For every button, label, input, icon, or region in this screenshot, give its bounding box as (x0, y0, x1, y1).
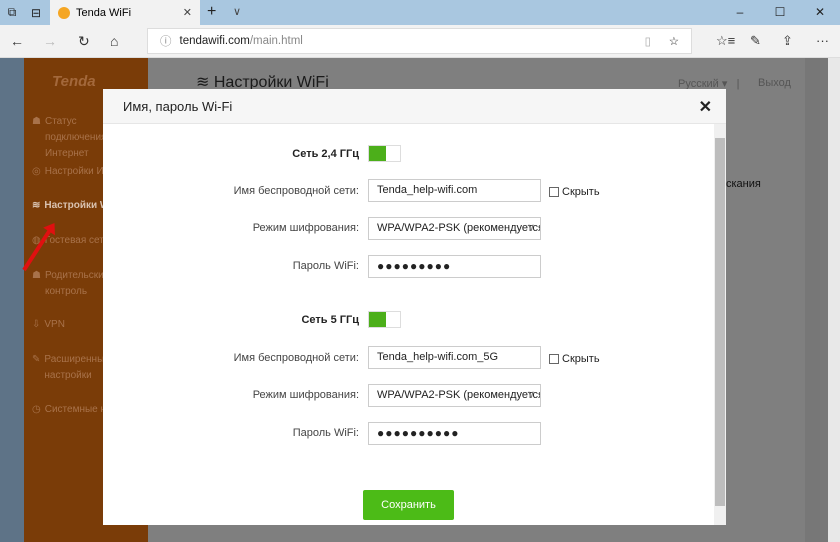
band5-security-label: Режим шифрования: (252, 389, 359, 401)
band5-toggle[interactable] (368, 311, 401, 328)
tab-set-aside-icon[interactable]: ⧉ (0, 5, 24, 20)
system-icon: ◷ (32, 404, 41, 415)
chevron-down-icon: ∨ (526, 389, 535, 401)
security-value: WPA/WPA2-PSK (рекомендуется) (377, 389, 541, 401)
hide-label: Скрыть (562, 353, 600, 365)
browser-tab[interactable]: Tenda WiFi ✕ (50, 0, 200, 25)
wrench-icon: ✎ (32, 354, 41, 365)
back-icon[interactable]: ← (10, 33, 24, 49)
band24-security-select[interactable]: WPA/WPA2-PSK (рекомендуется) ∨ (368, 217, 541, 240)
sidebar-item-label: VPN (44, 319, 65, 330)
band5-password-input[interactable]: ●●●●●●●●●● (368, 422, 541, 445)
chevron-down-icon: ∨ (526, 222, 535, 234)
favorites-icon[interactable]: ☆≡ (716, 33, 735, 49)
page-scrollbar[interactable] (828, 58, 840, 542)
forward-icon[interactable]: → (43, 33, 57, 49)
home-icon[interactable]: ⌂ (110, 33, 118, 49)
band24-ssid-input[interactable]: Tenda_help-wifi.com (368, 179, 541, 202)
scrollbar-thumb[interactable] (715, 138, 725, 506)
more-icon[interactable]: ··· (816, 33, 829, 48)
band24-ssid-label: Имя беспроводной сети: (233, 185, 359, 197)
close-window-icon[interactable]: ✕ (800, 0, 840, 25)
close-tab-icon[interactable]: ✕ (183, 6, 192, 19)
band5-hide-checkbox[interactable]: Скрыть (549, 353, 600, 365)
chevron-down-icon[interactable]: ∨ (233, 5, 241, 18)
band5-password-label: Пароль WiFi: (292, 427, 359, 439)
band24-security-label: Режим шифрования: (252, 222, 359, 234)
band24-toggle[interactable] (368, 145, 401, 162)
tab-bar: ⧉ ⊟ Tenda WiFi ✕ + ∨ – ☐ ✕ (0, 0, 840, 25)
minimize-icon[interactable]: – (720, 0, 760, 25)
band5-label: Сеть 5 ГГц (301, 314, 359, 326)
background-text: скания (726, 178, 761, 190)
dialog-scrollbar[interactable] (714, 124, 726, 525)
notes-pen-icon[interactable]: ✎ (750, 33, 761, 49)
reading-view-icon[interactable]: ▯ (645, 34, 651, 48)
parental-icon: ☗ (32, 270, 41, 281)
tab-title: Tenda WiFi (76, 6, 132, 19)
status-icon: ☗ (32, 116, 41, 127)
band24-password-label: Пароль WiFi: (292, 260, 359, 272)
logout-link[interactable]: Выход (758, 77, 791, 89)
tab-preview-icon[interactable]: ⊟ (24, 6, 48, 20)
url-domain: tendawifi.com (179, 35, 250, 47)
band24-label: Сеть 2,4 ГГц (292, 148, 359, 160)
band5-ssid-label: Имя беспроводной сети: (233, 352, 359, 364)
favorite-star-icon[interactable]: ☆ (669, 34, 679, 48)
save-button[interactable]: Сохранить (363, 490, 454, 520)
close-icon[interactable]: ✕ (699, 97, 712, 117)
share-icon[interactable]: ⇪ (782, 33, 793, 49)
vpn-icon: ⇩ (32, 319, 41, 330)
band24-password-input[interactable]: ●●●●●●●●● (368, 255, 541, 278)
tenda-logo: Tenda (52, 73, 96, 90)
refresh-icon[interactable]: ↻ (78, 33, 90, 50)
security-value: WPA/WPA2-PSK (рекомендуется) (377, 222, 541, 234)
wifi-name-password-dialog: Имя, пароль Wi-Fi ✕ Сеть 2,4 ГГц Имя бес… (103, 89, 726, 525)
info-icon: ⓘ (160, 36, 172, 48)
globe-icon: ◎ (32, 166, 41, 177)
address-bar-area: ← → ↻ ⌂ ⓘ tendawifi.com /main.html ▯ ☆ ☆… (0, 25, 840, 58)
maximize-icon[interactable]: ☐ (760, 0, 800, 25)
band5-security-select[interactable]: WPA/WPA2-PSK (рекомендуется) ∨ (368, 384, 541, 407)
url-path: /main.html (249, 35, 303, 47)
url-input[interactable]: ⓘ tendawifi.com /main.html ▯ ☆ (147, 28, 692, 54)
band24-hide-checkbox[interactable]: Скрыть (549, 186, 600, 198)
page-margin (0, 58, 24, 542)
new-tab-icon[interactable]: + (207, 3, 216, 21)
wifi-icon: ≋ (32, 200, 41, 211)
page-right-area (805, 58, 828, 542)
dialog-title: Имя, пароль Wi-Fi (103, 89, 726, 124)
band5-ssid-input[interactable]: Tenda_help-wifi.com_5G (368, 346, 541, 369)
tenda-favicon (58, 6, 70, 19)
hide-label: Скрыть (562, 186, 600, 198)
